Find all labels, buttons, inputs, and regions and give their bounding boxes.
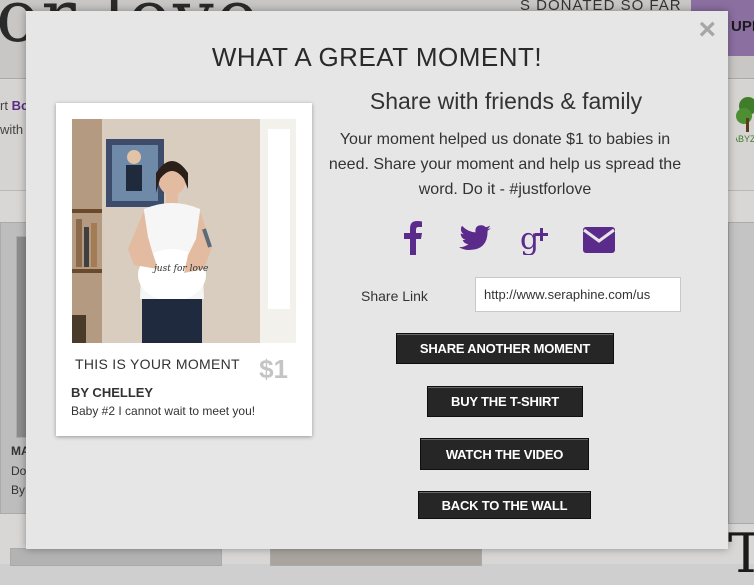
tree-icon: ABYZ	[732, 92, 754, 144]
share-heading: Share with friends & family	[369, 88, 643, 114]
buy-t-shirt-button[interactable]: BUY THE T-SHIRT	[427, 386, 583, 417]
facebook-icon[interactable]	[404, 221, 422, 255]
share-link-input[interactable]	[475, 277, 681, 312]
bg-moment-card	[270, 548, 482, 566]
bg-moment-card	[728, 222, 754, 524]
watch-video-button[interactable]: WATCH THE VIDEO	[420, 438, 589, 470]
share-another-moment-button[interactable]: SHARE ANOTHER MOMENT	[396, 333, 614, 364]
bg-card-text: Do	[11, 464, 27, 478]
bg-decorative-letter: T	[728, 522, 754, 585]
svg-text:ABYZ: ABYZ	[736, 134, 754, 144]
donation-amount: $1	[259, 354, 288, 384]
bg-moment-card	[10, 548, 222, 566]
bg-strip-text: rt Bo	[0, 98, 29, 113]
moment-label: THIS IS YOUR MOMENT	[75, 356, 240, 372]
back-to-wall-button[interactable]: BACK TO THE WALL	[418, 491, 591, 519]
modal-title: WHAT A GREAT MOMENT!	[211, 42, 543, 72]
svg-text:just for love: just for love	[152, 264, 208, 274]
moment-card: just for love THIS IS YOUR MOMENT $1 BY …	[56, 103, 312, 436]
moment-photo: just for love	[72, 119, 296, 343]
svg-text:g: g	[520, 222, 539, 255]
email-icon[interactable]	[583, 227, 615, 261]
twitter-icon[interactable]	[459, 225, 491, 259]
bg-card-text: By	[11, 483, 26, 497]
share-moment-modal: × WHAT A GREAT MOMENT! just for love THI…	[26, 11, 728, 549]
moment-author: BY CHELLEY	[71, 385, 154, 400]
share-link-label: Share Link	[361, 288, 428, 304]
moment-message: Baby #2 I cannot wait to meet you!	[71, 404, 256, 418]
bg-strip-text-2: with	[0, 122, 24, 137]
google-plus-icon[interactable]: g	[520, 221, 554, 257]
share-description: Your moment helped us donate $1 to babie…	[328, 131, 682, 198]
close-icon[interactable]: ×	[698, 15, 716, 45]
